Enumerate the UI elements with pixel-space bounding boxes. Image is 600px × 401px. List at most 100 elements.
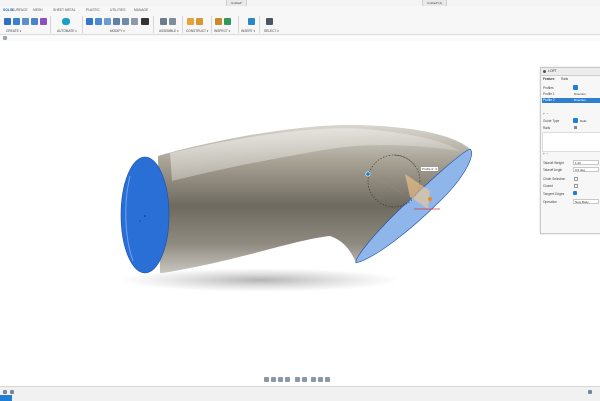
tab-mesh[interactable]: MESH (33, 8, 43, 12)
group-insert[interactable]: INSERT ▾ (241, 29, 255, 33)
select-icon[interactable] (266, 18, 273, 25)
pan-icon[interactable] (271, 377, 276, 382)
rails-label: Rails (543, 126, 551, 130)
extrude-icon[interactable] (13, 18, 20, 25)
manipulator-label: Profile 2 : 0 (421, 167, 439, 171)
rails-add-remove[interactable]: + − (543, 152, 549, 156)
loft-body-render (120, 124, 472, 292)
group-automate[interactable]: AUTOMATE ▾ (57, 29, 77, 33)
operation-value: New Body (575, 200, 589, 204)
group-create[interactable]: CREATE ▾ (6, 29, 21, 33)
rails-select-icon[interactable] (574, 126, 577, 129)
tab-feature[interactable]: Feature (543, 77, 555, 81)
zoom-icon[interactable] (278, 377, 283, 382)
separator (182, 16, 183, 33)
profile-1-face[interactable] (120, 156, 170, 274)
face-point (139, 220, 141, 222)
offset-plane-icon[interactable] (187, 18, 194, 25)
grid-icon[interactable] (302, 377, 307, 382)
operation-dropdown[interactable]: New Body (573, 199, 599, 204)
move-icon[interactable] (141, 18, 149, 25)
separator (211, 16, 212, 33)
tab-rails[interactable]: Rails (561, 77, 568, 81)
separator (50, 16, 51, 33)
tangent-edges-checkbox[interactable] (573, 191, 577, 195)
guide-type-label: Guide Type (543, 119, 560, 123)
environment-icon[interactable] (318, 377, 323, 382)
takeoff-handle[interactable] (428, 197, 432, 201)
takeoff-weight-value: 1.00 (575, 161, 581, 165)
as-built-joint-icon[interactable] (169, 18, 176, 25)
tab-surface[interactable]: SURFACE (12, 8, 28, 12)
takeoff-angle-value: 0.0 deg (575, 168, 586, 172)
separator (259, 16, 260, 33)
step-back-icon[interactable] (10, 390, 14, 394)
viewport-canvas[interactable]: Profile 2 : 0 (0, 41, 600, 386)
group-construct[interactable]: CONSTRUCT ▾ (186, 29, 208, 33)
press-pull-icon[interactable] (86, 18, 93, 25)
new-component-icon[interactable] (4, 18, 11, 25)
loft-dialog-header: LOFT (541, 68, 600, 76)
profile-2-value: Direction (574, 98, 586, 102)
scale-icon[interactable] (131, 18, 138, 25)
tab-sheet-metal[interactable]: SHEET METAL (53, 8, 76, 12)
chain-selection-label: Chain Selection (543, 177, 566, 181)
new-joint-icon[interactable] (160, 18, 167, 25)
revolve-icon[interactable] (22, 18, 29, 25)
ribbon-toolbar: SOLID SURFACE MESH SHEET METAL PLASTIC U… (0, 6, 600, 35)
effects-icon[interactable] (325, 377, 330, 382)
profile-point-handle[interactable] (365, 171, 371, 177)
automate-icon[interactable] (62, 18, 70, 25)
chamfer-icon[interactable] (104, 18, 111, 25)
insert-image-icon[interactable] (248, 18, 255, 25)
midplane-icon[interactable] (196, 18, 203, 25)
loft-dialog: LOFT Feature Rails Profiles Profile 1 Di… (540, 67, 600, 234)
interference-icon[interactable] (224, 18, 231, 25)
hole-icon[interactable] (31, 18, 38, 25)
dialog-title: LOFT (548, 69, 557, 73)
go-to-start-icon[interactable] (3, 390, 7, 394)
separator (238, 16, 239, 33)
measure-icon[interactable] (215, 18, 222, 25)
display-icon[interactable] (295, 377, 300, 382)
tangent-edges-label: Tangent Edges (543, 192, 565, 196)
timeline-feature[interactable] (0, 395, 12, 401)
viewport-navbar (262, 376, 338, 384)
profile-1-value: Direction (574, 92, 586, 96)
timeline-settings-icon[interactable] (588, 390, 592, 394)
operation-label: Operation (543, 200, 557, 204)
profile-row-2[interactable]: Profile 2 Direction (542, 98, 600, 103)
combine-icon[interactable] (122, 18, 129, 25)
face-center-point (144, 215, 146, 217)
closed-checkbox[interactable] (574, 184, 578, 188)
takeoff-weight-field[interactable]: 1.00 (573, 160, 599, 165)
fillet-icon[interactable] (95, 18, 102, 25)
separator (82, 16, 83, 33)
tab-manage[interactable]: MANAGE (134, 8, 148, 12)
group-select[interactable]: SELECT ▾ (264, 29, 279, 33)
shell-icon[interactable] (113, 18, 120, 25)
chain-selection-checkbox[interactable] (574, 177, 578, 181)
fit-icon[interactable] (285, 377, 290, 382)
takeoff-angle-label: Takeoff Angle (543, 168, 563, 172)
group-inspect[interactable]: INSPECT ▾ (214, 29, 230, 33)
tab-plastic[interactable]: PLASTIC (86, 8, 100, 12)
collapse-icon[interactable] (543, 70, 546, 73)
takeoff-angle-field[interactable]: 0.0 deg (573, 167, 599, 172)
separator (153, 16, 154, 33)
browser-toggle-icon[interactable] (3, 36, 7, 40)
group-assemble[interactable]: ASSEMBLE ▾ (159, 29, 179, 33)
form-icon[interactable] (40, 18, 47, 25)
guide-type-rails-button[interactable] (573, 118, 578, 123)
profile-2-label: Profile 2 (543, 98, 555, 102)
profile-row-1[interactable]: Profile 1 Direction (542, 92, 600, 97)
add-remove-controls[interactable]: + − (543, 112, 549, 116)
closed-label: Closed (543, 184, 553, 188)
rails-list[interactable] (542, 132, 600, 152)
profiles-select-button[interactable] (573, 85, 578, 90)
viewport-icon[interactable] (311, 377, 316, 382)
orbit-icon[interactable] (264, 377, 269, 382)
timeline-bar (0, 386, 600, 401)
tab-utilities[interactable]: UTILITIES (110, 8, 125, 12)
group-modify[interactable]: MODIFY ▾ (110, 29, 125, 33)
